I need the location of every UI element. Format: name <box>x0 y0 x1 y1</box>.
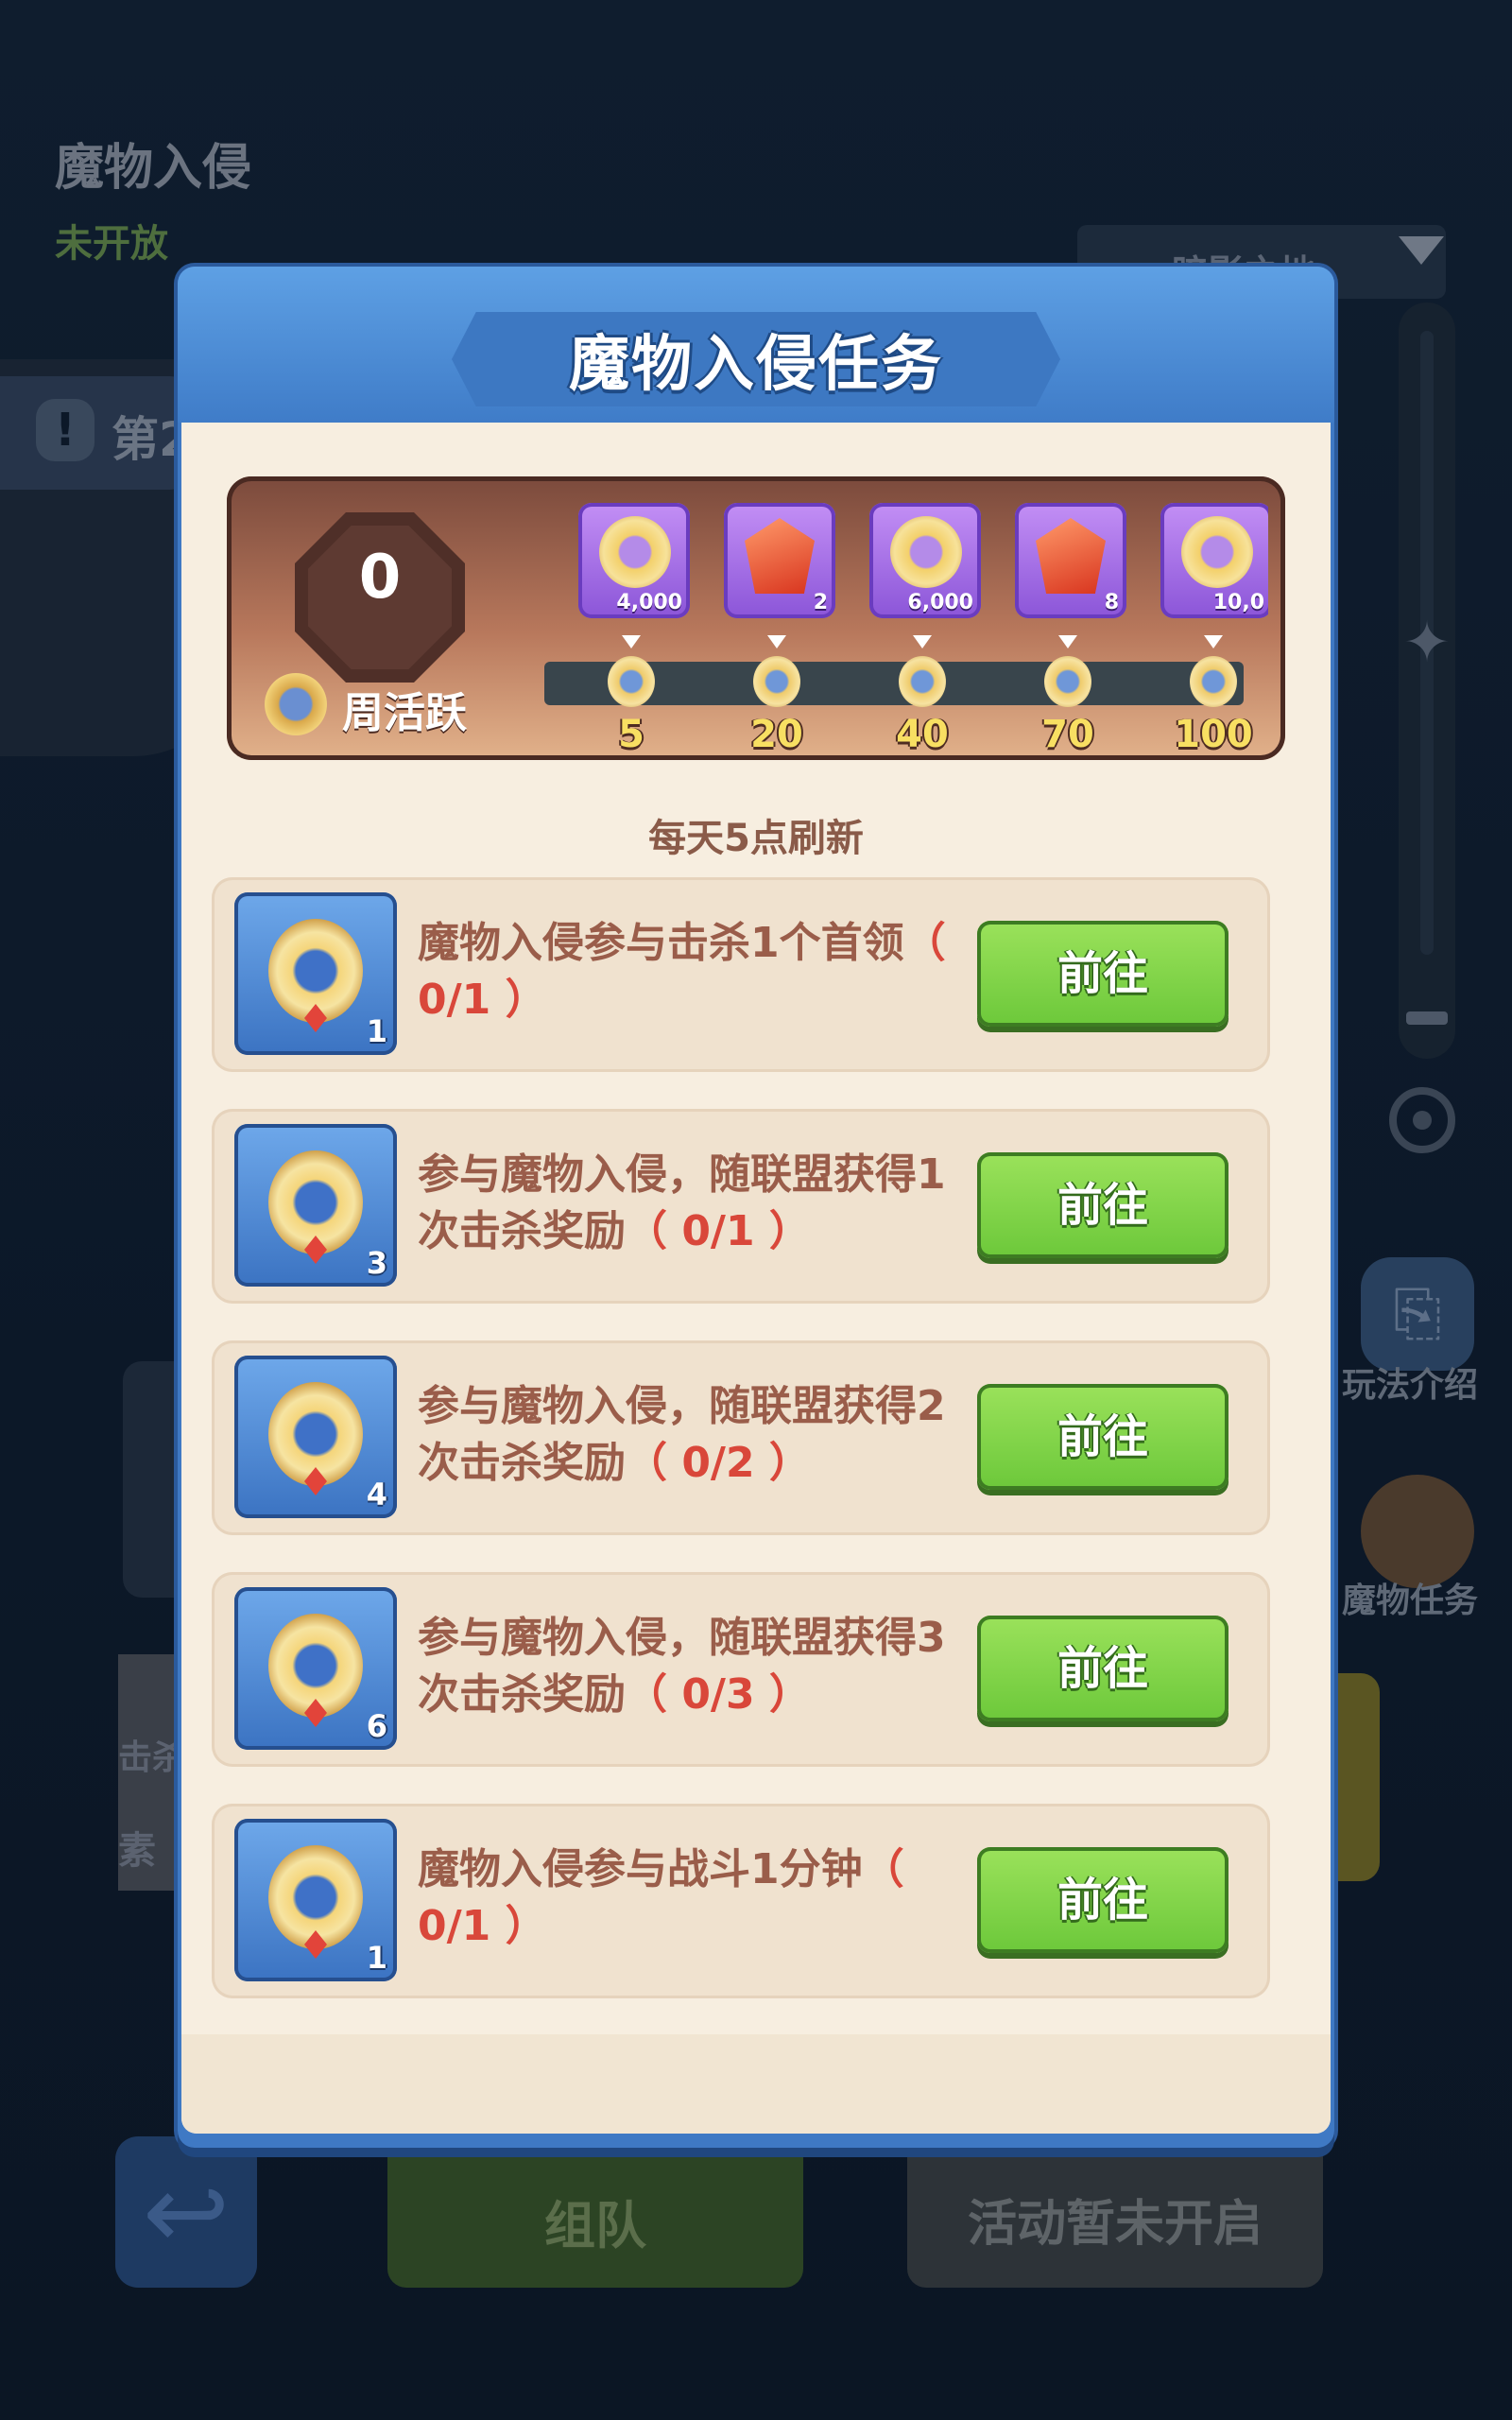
weekly-activity-panel: 0 周活跃 4,000 2 6,000 8 10,0 5 20 40 70 10… <box>227 476 1285 760</box>
reward-quantity: 10,0 <box>1212 591 1264 614</box>
task-row: 1 魔物入侵参与战斗1分钟（ 0/1 ） 前往 <box>212 1804 1270 1998</box>
side-card-text-2: 素 <box>118 1829 156 1873</box>
milestone-medal-icon <box>608 656 655 707</box>
coin-icon <box>890 516 962 588</box>
side-card-text: 击杀 <box>118 1738 187 1777</box>
milestone-medal-icon <box>1190 656 1237 707</box>
zoom-slider-knob-icon[interactable]: ✦ <box>1399 614 1455 671</box>
coin-icon <box>1181 516 1253 588</box>
milestone-label: 20 <box>750 713 803 756</box>
rules-label: 玩法介绍 <box>1342 1366 1479 1405</box>
caret-down-icon <box>913 635 932 648</box>
go-button[interactable]: 前往 <box>977 1152 1228 1258</box>
reward-quantity: 4,000 <box>616 591 682 614</box>
task-dialog: 魔物入侵任务 0 周活跃 4,000 2 6,000 8 10,0 5 20 4… <box>178 267 1334 2148</box>
coin-icon <box>599 516 671 588</box>
rules-icon[interactable]: ⎘ <box>1361 1257 1474 1371</box>
task-progress: （ 0/1 ） <box>626 1207 811 1255</box>
reward-quantity: 8 <box>1104 591 1119 614</box>
task-reward-icon[interactable]: 4 <box>234 1356 397 1518</box>
task-reward-icon[interactable]: 3 <box>234 1124 397 1287</box>
reward-chest[interactable]: 8 <box>1015 503 1126 618</box>
locate-icon[interactable] <box>1389 1087 1455 1153</box>
task-reward-icon[interactable]: 6 <box>234 1587 397 1750</box>
task-reward-icon[interactable]: 1 <box>234 1819 397 1981</box>
milestone-label: 40 <box>896 713 949 756</box>
event-status: 未开放 <box>55 222 168 266</box>
task-reward-count: 4 <box>366 1477 387 1512</box>
task-reward-count: 3 <box>366 1245 387 1281</box>
reward-quantity: 2 <box>813 591 828 614</box>
activity-medal-icon <box>265 673 327 735</box>
task-row: 1 魔物入侵参与击杀1个首领（ 0/1 ） 前往 <box>212 877 1270 1072</box>
task-text: 魔物入侵参与战斗1分钟 <box>418 1845 863 1893</box>
team-button-label: 组队 <box>544 2196 646 2256</box>
task-progress: （ 0/3 ） <box>626 1670 811 1719</box>
reward-strip[interactable]: 4,000 2 6,000 8 10,0 <box>569 503 1268 635</box>
gem-icon <box>745 518 815 594</box>
task-row: 4 参与魔物入侵，随联盟获得2次击杀奖励（ 0/2 ） 前往 <box>212 1340 1270 1535</box>
go-button[interactable]: 前往 <box>977 921 1228 1027</box>
task-reward-count: 1 <box>366 1013 387 1049</box>
dialog-title: 魔物入侵任务 <box>569 330 943 400</box>
task-description: 参与魔物入侵，随联盟获得3次击杀奖励（ 0/3 ） <box>418 1610 947 1723</box>
milestone-medal-icon <box>1044 656 1091 707</box>
event-closed-label: 活动暂未开启 <box>967 2196 1263 2253</box>
milestone-medal-icon <box>899 656 946 707</box>
go-button[interactable]: 前往 <box>977 1847 1228 1953</box>
milestone-label: 70 <box>1041 713 1094 756</box>
event-title: 魔物入侵 <box>55 140 252 197</box>
monster-task-icon[interactable] <box>1361 1475 1474 1588</box>
caret-down-icon <box>622 635 641 648</box>
task-text: 魔物入侵参与击杀1个首领 <box>418 919 904 967</box>
dialog-footer-decoration <box>181 2034 1331 2134</box>
milestone-label: 100 <box>1174 713 1253 756</box>
task-progress: （ 0/2 ） <box>626 1439 811 1487</box>
reward-chest[interactable]: 10,0 <box>1160 503 1268 618</box>
go-button[interactable]: 前往 <box>977 1616 1228 1721</box>
alert-icon: ! <box>36 399 94 461</box>
task-reward-icon[interactable]: 1 <box>234 892 397 1055</box>
go-button[interactable]: 前往 <box>977 1384 1228 1490</box>
task-row: 6 参与魔物入侵，随联盟获得3次击杀奖励（ 0/3 ） 前往 <box>212 1572 1270 1767</box>
reward-chest[interactable]: 6,000 <box>869 503 981 618</box>
milestone-label: 5 <box>618 713 644 756</box>
back-icon[interactable]: ↩ <box>115 2136 257 2288</box>
task-reward-count: 1 <box>366 1940 387 1976</box>
refresh-note: 每天5点刷新 <box>648 817 864 860</box>
reward-quantity: 6,000 <box>907 591 973 614</box>
task-description: 魔物入侵参与击杀1个首领（ 0/1 ） <box>418 915 947 1028</box>
reward-chest[interactable]: 2 <box>724 503 835 618</box>
caret-down-icon <box>1204 635 1223 648</box>
task-description: 魔物入侵参与战斗1分钟（ 0/1 ） <box>418 1841 947 1955</box>
task-row: 3 参与魔物入侵，随联盟获得1次击杀奖励（ 0/1 ） 前往 <box>212 1109 1270 1304</box>
zoom-out-icon[interactable] <box>1406 1011 1448 1025</box>
milestone-medal-icon <box>753 656 800 707</box>
monster-task-label: 魔物任务 <box>1342 1582 1479 1620</box>
task-reward-count: 6 <box>366 1708 387 1744</box>
chevron-down-icon[interactable] <box>1399 236 1444 265</box>
gem-icon <box>1036 518 1106 594</box>
caret-down-icon <box>1058 635 1077 648</box>
caret-down-icon <box>767 635 786 648</box>
activity-points: 0 <box>358 543 402 613</box>
activity-label: 周活跃 <box>342 689 467 737</box>
task-description: 参与魔物入侵，随联盟获得1次击杀奖励（ 0/1 ） <box>418 1147 947 1260</box>
reward-chest[interactable]: 4,000 <box>578 503 690 618</box>
task-description: 参与魔物入侵，随联盟获得2次击杀奖励（ 0/2 ） <box>418 1378 947 1492</box>
